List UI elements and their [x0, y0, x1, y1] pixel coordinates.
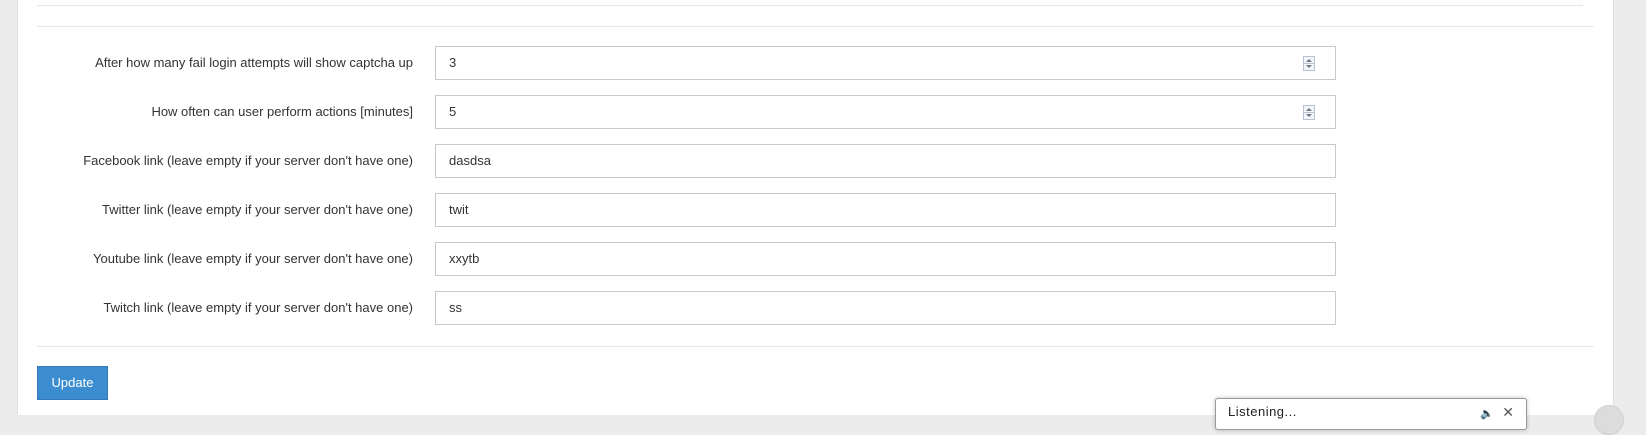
youtube-link-input[interactable]: xxytb	[435, 242, 1336, 276]
form-row-youtube: Youtube link (leave empty if your server…	[18, 242, 1613, 276]
input-value: twit	[449, 202, 469, 217]
input-value: ss	[449, 300, 462, 315]
twitter-link-input[interactable]: twit	[435, 193, 1336, 227]
divider	[37, 346, 1594, 347]
field-label: Twitch link (leave empty if your server …	[103, 300, 413, 315]
input-value: 3	[449, 55, 457, 70]
input-value: xxytb	[449, 251, 480, 266]
listening-popup: Listening... 🔈 ✕	[1215, 398, 1527, 430]
action-interval-input[interactable]: 5	[435, 95, 1336, 129]
form-row-action-interval: How often can user perform actions [minu…	[18, 95, 1613, 129]
facebook-link-input[interactable]: dasdsa	[435, 144, 1336, 178]
spinner-divider	[1304, 63, 1314, 64]
divider	[37, 5, 1583, 6]
input-value: 5	[449, 104, 457, 119]
form-row-captcha-attempts: After how many fail login attempts will …	[18, 46, 1613, 80]
settings-panel: After how many fail login attempts will …	[17, 0, 1614, 415]
field-label: Youtube link (leave empty if your server…	[93, 251, 413, 266]
spinner-up-icon[interactable]	[1306, 108, 1312, 111]
spinner-up-icon[interactable]	[1306, 59, 1312, 62]
captcha-attempts-input[interactable]: 3	[435, 46, 1336, 80]
spinner-divider	[1304, 112, 1314, 113]
spinner-down-icon[interactable]	[1306, 65, 1312, 68]
field-label: Facebook link (leave empty if your serve…	[83, 153, 413, 168]
twitch-link-input[interactable]: ss	[435, 291, 1336, 325]
popup-text: Listening...	[1228, 404, 1297, 419]
spinner-down-icon[interactable]	[1306, 114, 1312, 117]
speaker-icon[interactable]: 🔈	[1480, 407, 1494, 420]
number-spinner[interactable]	[1303, 56, 1315, 71]
input-value: dasdsa	[449, 153, 491, 168]
field-label: How often can user perform actions [minu…	[151, 104, 413, 119]
update-button[interactable]: Update	[37, 366, 108, 400]
number-spinner[interactable]	[1303, 105, 1315, 120]
form-row-facebook: Facebook link (leave empty if your serve…	[18, 144, 1613, 178]
field-label: After how many fail login attempts will …	[95, 55, 413, 70]
form-row-twitch: Twitch link (leave empty if your server …	[18, 291, 1613, 325]
close-icon[interactable]: ✕	[1502, 404, 1514, 421]
field-label: Twitter link (leave empty if your server…	[101, 202, 413, 217]
scroll-circle-button[interactable]	[1594, 405, 1624, 435]
form-row-twitter: Twitter link (leave empty if your server…	[18, 193, 1613, 227]
divider	[37, 26, 1594, 27]
